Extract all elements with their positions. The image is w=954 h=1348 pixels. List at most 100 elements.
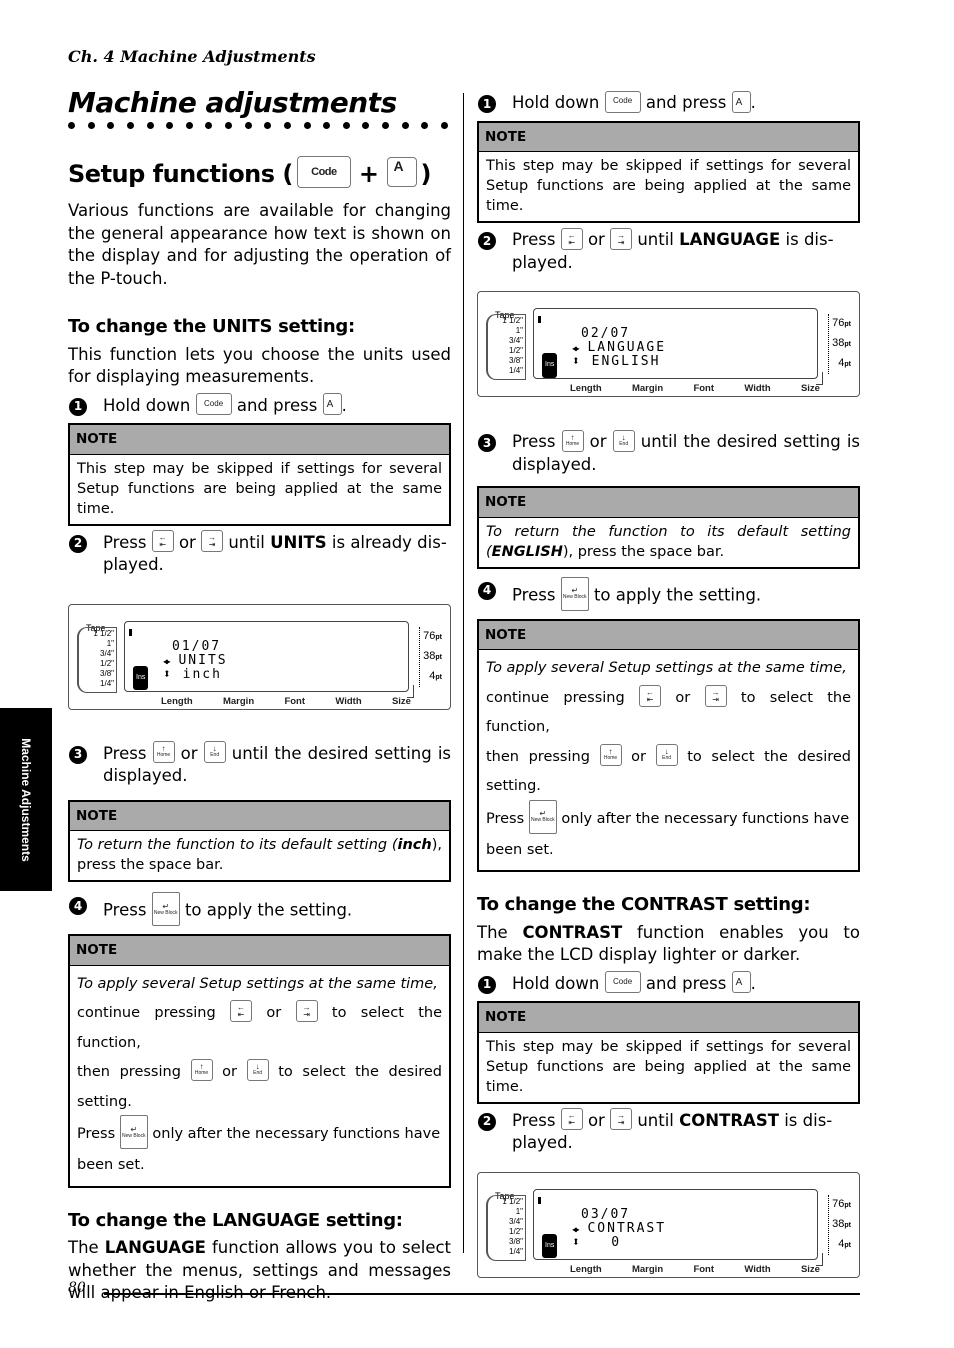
chapter-side-tab: Machine Adjustments <box>0 708 52 891</box>
left-arrow-key-icon: ← ⇤ <box>639 684 662 707</box>
code-key-icon: Code <box>296 156 351 188</box>
new-block-key-icon: ↵ New Block <box>560 576 589 611</box>
note-box: NOTE To apply several Setup settings at … <box>477 618 860 872</box>
contrast-step-2: 2 Press ← ⇤ or → ⇥ until CONTRAST is dis-p… <box>477 1108 860 1155</box>
units-step-2: 2 Press ← ⇤ or → ⇥ until UNITS is already … <box>68 530 451 577</box>
up-down-arrow-icon: ⬍ <box>572 354 582 369</box>
lcd-screen: Ins 02/07 ◀▶ LANGUAGE ⬍ ENGLISH <box>533 308 818 379</box>
right-arrow-key-icon: → ⇥ <box>610 227 633 250</box>
note-box: NOTE This step may be skipped if setting… <box>477 1001 860 1104</box>
divider-dot <box>264 122 272 129</box>
right-arrow-key-icon: → ⇥ <box>610 1108 633 1130</box>
page-number: 80 <box>68 1280 86 1296</box>
units-step-1: 1 Hold down Code and press A. <box>68 393 451 418</box>
contrast-description: The CONTRAST function enables you to mak… <box>477 922 860 965</box>
lcd-display-units: Tape 1 1/2" 1" 3/4" 1/2" 3/8" 1/4" Ins 01/07 … <box>68 603 451 710</box>
end-key-icon: ↓ End <box>203 741 226 763</box>
left-arrow-key-icon: ← ⇤ <box>151 530 174 552</box>
column-divider <box>463 93 464 1253</box>
lcd-indicator-labels: Length Margin Font Width Size <box>570 383 820 394</box>
section-heading: Setup functions ( Code + A ) <box>68 156 431 188</box>
units-heading: To change the UNITS setting: <box>68 316 355 337</box>
ins-indicator: Ins <box>542 353 558 378</box>
units-step-4: 4 Press ↵ New Block to apply the setting. <box>68 892 451 928</box>
tape-size-scale: 1 1/2" 1" 3/4" 1/2" 3/8" 1/4" <box>486 314 526 380</box>
divider-dot <box>421 122 429 129</box>
intro-paragraph: Various functions are available for chan… <box>68 201 451 288</box>
new-block-key-icon: ↵ New Block <box>528 799 557 834</box>
a-key-icon: A <box>731 90 751 113</box>
home-key-icon: ↑ Home <box>190 1059 213 1081</box>
divider-dot <box>185 122 193 129</box>
left-arrow-key-icon: ← ⇤ <box>560 1108 583 1130</box>
note-box: NOTE To return the function to its defau… <box>68 799 451 882</box>
cursor-icon <box>538 316 541 323</box>
point-size-scale: 76pt 38pt 4pt <box>828 1194 851 1255</box>
contrast-step-1: 1 Hold down Code and press A. <box>477 971 860 996</box>
end-key-icon: ↓ End <box>655 743 678 766</box>
home-key-icon: ↑ Home <box>599 743 622 766</box>
note-box: NOTE To return the function to its defau… <box>477 486 860 569</box>
end-key-icon: ↓ End <box>246 1059 269 1081</box>
divider-dot <box>362 122 370 129</box>
a-key-icon: A <box>386 157 417 187</box>
lcd-display-contrast: Tape 1 1/2" 1" 3/4" 1/2" 3/8" 1/4" Ins 03/07 … <box>477 1171 860 1278</box>
cursor-icon <box>538 1196 541 1204</box>
tape-size-scale: 1 1/2" 1" 3/4" 1/2" 3/8" 1/4" <box>486 1194 526 1261</box>
language-step-4: 4 Press ↵ New Block to apply the setting. <box>477 576 860 613</box>
code-key-icon: Code <box>195 393 232 415</box>
right-arrow-key-icon: → ⇥ <box>704 684 727 707</box>
code-key-icon: Code <box>604 971 641 993</box>
divider-dot <box>205 122 213 129</box>
lcd-indicator-labels: Length Margin Font Width Size <box>570 1263 820 1275</box>
divider-dot <box>126 122 134 129</box>
ins-indicator: Ins <box>133 665 149 690</box>
divider-dot <box>225 122 232 129</box>
page-title: Machine adjustments <box>68 86 397 119</box>
divider-dot <box>146 122 154 129</box>
units-description: This function lets you choose the units … <box>68 344 451 387</box>
contrast-heading: To change the CONTRAST setting: <box>477 894 811 915</box>
divider-dot <box>440 122 448 129</box>
divider-dot <box>107 122 115 129</box>
divider-dot <box>68 122 75 129</box>
units-step-3: 3 Press ↑ Home or ↓ End until the desired … <box>68 741 451 788</box>
right-arrow-key-icon: → ⇥ <box>201 530 224 552</box>
footer-rule <box>104 1293 860 1295</box>
new-block-key-icon: ↵ New Block <box>151 892 180 926</box>
right-arrow-key-icon: → ⇥ <box>295 1000 318 1022</box>
up-down-arrow-icon: ⬍ <box>163 666 173 682</box>
a-key-icon: A <box>731 971 751 993</box>
language-step-1: 1 Hold down Code and press A. <box>477 90 860 115</box>
right-column: 1 Hold down Code and press A. NOTE This … <box>477 90 860 1286</box>
divider-dot <box>87 122 95 129</box>
note-box: NOTE This step may be skipped if setting… <box>68 423 451 526</box>
dotted-divider <box>68 122 448 129</box>
left-column: Various functions are available for chan… <box>68 200 451 1305</box>
divider-dot <box>283 122 291 129</box>
lcd-display-language: Tape 1 1/2" 1" 3/4" 1/2" 3/8" 1/4" Ins 02/07 … <box>477 291 860 397</box>
point-size-scale: 76pt 38pt 4pt <box>828 314 851 374</box>
divider-dot <box>382 122 389 129</box>
divider-dot <box>401 122 409 129</box>
tape-size-scale: 1 1/2" 1" 3/4" 1/2" 3/8" 1/4" <box>77 626 117 693</box>
new-block-key-icon: ↵ New Block <box>119 1115 148 1149</box>
up-down-arrow-icon: ⬍ <box>572 1234 582 1250</box>
divider-dot <box>323 122 331 129</box>
divider-dot <box>303 122 311 129</box>
cursor-icon <box>129 628 132 636</box>
divider-dot <box>342 122 350 129</box>
lcd-screen: Ins 03/07 ◀▶ CONTRAST ⬍ 0 <box>533 1188 818 1260</box>
note-box: NOTE This step may be skipped if setting… <box>477 120 860 223</box>
left-arrow-key-icon: ← ⇤ <box>230 1000 253 1022</box>
home-key-icon: ↑ Home <box>152 741 175 763</box>
point-size-scale: 76pt 38pt 4pt <box>419 626 442 687</box>
divider-dot <box>166 122 174 129</box>
language-heading: To change the LANGUAGE setting: <box>68 1209 403 1231</box>
ins-indicator: Ins <box>542 1233 558 1258</box>
language-step-2: 2 Press ← ⇤ or → ⇥ until LANGUAGE is dis-p… <box>477 227 860 274</box>
code-key-icon: Code <box>604 90 641 113</box>
left-arrow-key-icon: ← ⇤ <box>560 227 583 250</box>
end-key-icon: ↓ End <box>612 429 635 452</box>
language-step-3: 3 Press ↑ Home or ↓ End until the desired … <box>477 429 860 476</box>
